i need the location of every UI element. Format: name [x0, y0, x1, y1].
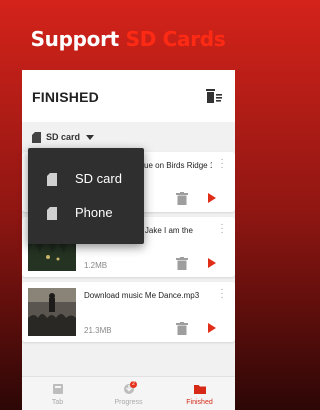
storage-dropdown-menu: SD card Phone: [28, 148, 144, 244]
delete-icon[interactable]: [176, 322, 188, 335]
play-icon[interactable]: [208, 258, 216, 268]
page-title: FINISHED: [32, 89, 99, 105]
nav-tab-label: Tab: [51, 399, 64, 406]
delete-icon[interactable]: [176, 192, 188, 205]
download-item[interactable]: Download music Me Dance.mp3 21.3MB · · ·: [22, 282, 235, 342]
nav-finished[interactable]: Finished: [164, 377, 235, 410]
storage-filter-label: SD card: [46, 132, 81, 142]
nav-progress-label: Progress: [114, 399, 143, 406]
progress-badge: 2: [130, 381, 137, 388]
nav-progress[interactable]: 2 Progress: [93, 377, 164, 410]
clear-list-icon[interactable]: [205, 88, 223, 104]
storage-filter-dropdown[interactable]: SD card: [32, 130, 95, 144]
nav-finished-label: Finished: [186, 399, 213, 406]
file-size: 1.2MB: [84, 261, 108, 270]
concert-crowd-image: [28, 288, 76, 336]
folder-icon: [194, 385, 206, 394]
file-size: 21.3MB: [84, 326, 112, 335]
play-icon[interactable]: [208, 323, 216, 333]
chevron-down-icon: [86, 134, 95, 140]
more-options-icon[interactable]: · · ·: [220, 220, 224, 238]
menu-item-label: SD card: [75, 171, 122, 186]
sd-card-icon: [47, 207, 57, 220]
more-options-icon[interactable]: · · ·: [220, 285, 224, 303]
delete-icon[interactable]: [176, 257, 188, 270]
headline-text: Support: [30, 27, 126, 51]
menu-item-phone[interactable]: Phone: [28, 196, 144, 230]
promo-headline: Support SD Cards: [0, 27, 256, 51]
download-title: Download music Me Dance.mp3: [84, 291, 200, 300]
headline-accent-text: SD Cards: [125, 27, 226, 51]
nav-tab[interactable]: Tab: [22, 377, 93, 410]
bottom-navigation: Tab 2 Progress Finished: [22, 376, 235, 410]
sd-card-icon: [47, 173, 57, 186]
sd-card-icon: [32, 131, 41, 143]
play-icon[interactable]: [208, 193, 216, 203]
menu-item-sd-card[interactable]: SD card: [28, 162, 144, 196]
app-bar: FINISHED: [22, 70, 235, 122]
thumbnail-concert-crowd: [28, 288, 76, 336]
menu-item-label: Phone: [75, 205, 113, 220]
tab-icon: [53, 384, 63, 394]
more-options-icon[interactable]: · · ·: [220, 155, 224, 173]
